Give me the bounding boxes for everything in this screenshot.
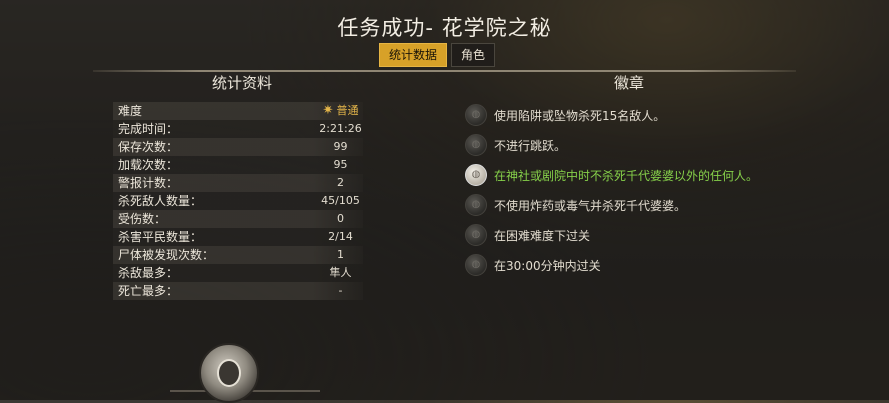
stat-row-most-kills: 杀敌最多： 隼人 xyxy=(113,264,363,282)
stat-value: 0 xyxy=(337,212,344,225)
stat-row-saves: 保存次数： 99 xyxy=(113,138,363,156)
stat-label: 警报计数： xyxy=(118,176,179,190)
stat-value: 2/14 xyxy=(328,230,353,243)
stat-row-injuries: 受伤数： 0 xyxy=(113,210,363,228)
emblem-center-icon xyxy=(217,359,241,387)
header-divider xyxy=(93,70,796,72)
stats-table: 难度 ✷ 普通 完成时间： 2:21:26 保存次数： 99 加载次数： 95 警报计数… xyxy=(113,102,363,300)
stat-row-alarms: 警报计数： 2 xyxy=(113,174,363,192)
badge-item[interactable]: ◍ 在困难难度下过关 xyxy=(463,220,803,250)
stat-value: - xyxy=(338,284,343,297)
badge-locked-icon: ◍ xyxy=(465,254,487,276)
difficulty-star-icon: ✷ xyxy=(322,103,334,118)
badge-text: 在神社或剧院中时不杀死千代婆婆以外的任何人。 xyxy=(494,169,759,183)
stat-row-civilians: 杀害平民数量： 2/14 xyxy=(113,228,363,246)
stat-label: 杀死敌人数量： xyxy=(118,194,203,208)
badge-item[interactable]: ◍ 使用陷阱或坠物杀死15名敌人。 xyxy=(463,100,803,130)
badge-item[interactable]: ◍ 不进行跳跃。 xyxy=(463,130,803,160)
badge-text: 使用陷阱或坠物杀死15名敌人。 xyxy=(494,109,666,123)
stat-value: 2:21:26 xyxy=(319,122,362,135)
stat-label: 死亡最多： xyxy=(118,284,179,298)
stat-value: 2 xyxy=(337,176,344,189)
badge-item[interactable]: ◍ 不使用炸药或毒气并杀死千代婆婆。 xyxy=(463,190,803,220)
badge-text: 在30:00分钟内过关 xyxy=(494,259,601,273)
stat-value: 1 xyxy=(337,248,344,261)
badge-locked-icon: ◍ xyxy=(465,134,487,156)
stat-value: 95 xyxy=(333,158,348,171)
badges-heading: 徽章 xyxy=(614,74,645,92)
stat-row-time: 完成时间： 2:21:26 xyxy=(113,120,363,138)
stat-label: 难度 xyxy=(118,104,143,118)
badge-item[interactable]: ◍ 在30:00分钟内过关 xyxy=(463,250,803,280)
stat-value: ✷ 普通 xyxy=(293,102,388,120)
badge-text: 不进行跳跃。 xyxy=(494,139,567,153)
stat-label: 尸体被发现次数： xyxy=(118,248,215,262)
stat-row-bodies-found: 尸体被发现次数： 1 xyxy=(113,246,363,264)
clan-emblem-icon xyxy=(199,343,259,403)
tab-statistics[interactable]: 统计数据 xyxy=(379,43,448,67)
badge-locked-icon: ◍ xyxy=(465,194,487,216)
page-title: 任务成功- 花学院之秘 xyxy=(337,16,552,40)
stat-label: 杀害平民数量： xyxy=(118,230,203,244)
stat-row-difficulty: 难度 ✷ 普通 xyxy=(113,102,363,120)
badge-item[interactable]: ◍ 在神社或剧院中时不杀死千代婆婆以外的任何人。 xyxy=(463,160,803,190)
stat-label: 完成时间： xyxy=(118,122,179,136)
stats-heading: 统计资料 xyxy=(212,74,273,92)
stat-label: 杀敌最多： xyxy=(118,266,179,280)
tab-character[interactable]: 角色 xyxy=(451,43,496,67)
badge-text: 在困难难度下过关 xyxy=(494,229,591,243)
badge-text: 不使用炸药或毒气并杀死千代婆婆。 xyxy=(494,199,687,213)
stat-row-loads: 加载次数： 95 xyxy=(113,156,363,174)
badge-list: ◍ 使用陷阱或坠物杀死15名敌人。 ◍ 不进行跳跃。 ◍ 在神社或剧院中时不杀死千代婆… xyxy=(463,100,803,280)
stat-label: 受伤数： xyxy=(118,212,167,226)
badge-locked-icon: ◍ xyxy=(465,224,487,246)
tab-bar: 统计数据 角色 xyxy=(379,43,496,67)
stat-row-most-deaths: 死亡最多： - xyxy=(113,282,363,300)
stat-value: 隼人 xyxy=(329,266,352,279)
stat-row-kills: 杀死敌人数量： 45/105 xyxy=(113,192,363,210)
stat-label: 保存次数： xyxy=(118,140,179,154)
stat-value: 99 xyxy=(333,140,348,153)
stat-value: 45/105 xyxy=(321,194,360,207)
stat-label: 加载次数： xyxy=(118,158,179,172)
badge-earned-icon: ◍ xyxy=(465,164,487,186)
badge-locked-icon: ◍ xyxy=(465,104,487,126)
difficulty-value: 普通 xyxy=(336,104,359,117)
